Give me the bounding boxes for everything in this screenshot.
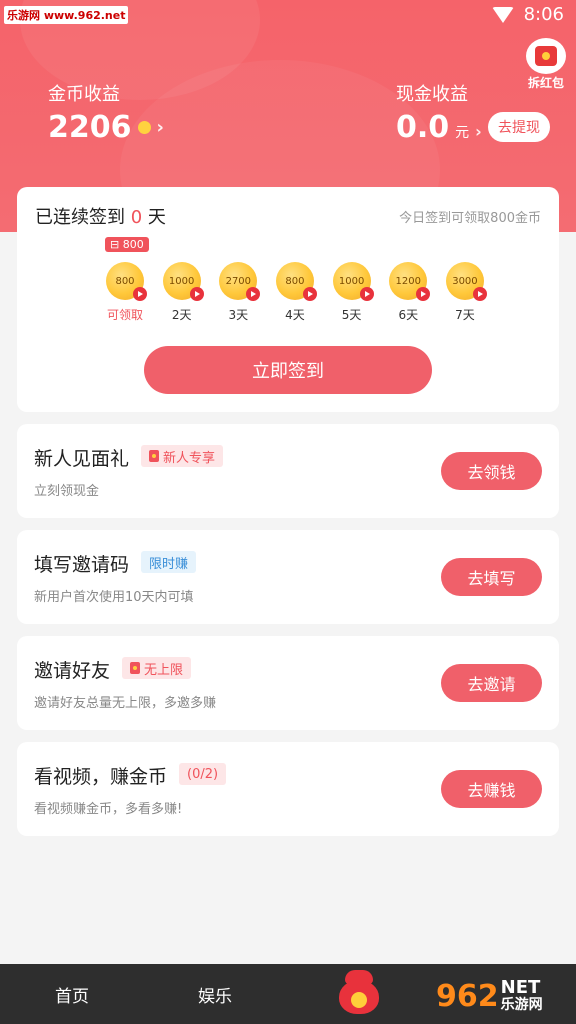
day-amount: 3000 — [452, 275, 478, 287]
logo-net: NET — [500, 976, 541, 998]
chevron-right-icon: › — [156, 117, 164, 138]
day-amount: 1000 — [168, 275, 195, 287]
day-amount: 2700 — [225, 275, 252, 287]
coin-earnings[interactable]: 2206 › — [48, 110, 164, 145]
play-icon — [472, 287, 487, 301]
task-badge: 新人专享 — [141, 445, 224, 467]
coin-icon: 3000 — [445, 262, 487, 301]
task-subtitle: 新用户首次使用10天内可填 — [34, 590, 194, 605]
signin-day[interactable]: 800 4天 — [275, 262, 317, 323]
day-label: 7天 — [455, 308, 475, 322]
coin-icon: 800 — [275, 262, 317, 301]
task-badge: 限时赚 — [141, 551, 197, 573]
signin-days-count: 0 — [130, 207, 143, 228]
day-label: 2天 — [171, 308, 192, 322]
earn-money-button[interactable]: 去赚钱 — [441, 770, 542, 808]
logo-number: 962 — [436, 978, 499, 1014]
red-envelope-icon — [149, 450, 159, 462]
play-icon — [416, 287, 431, 301]
withdraw-button[interactable]: 去提现 — [488, 112, 550, 142]
task-badge: 无上限 — [122, 657, 192, 679]
task-badge-label: (0/2) — [187, 766, 219, 782]
day-label: 3天 — [228, 308, 249, 322]
signin-title-prefix: 已连续签到 — [35, 207, 125, 228]
task-title: 看视频，赚金币 — [34, 766, 168, 788]
task-subtitle: 邀请好友总量无上限，多邀多赚 — [34, 696, 217, 711]
fill-code-button[interactable]: 去填写 — [441, 558, 542, 596]
signin-button[interactable]: 立即签到 — [144, 346, 432, 394]
site-logo: 962 NET 乐游网 — [436, 972, 572, 1020]
signin-tip: 今日签到可领取800金币 — [399, 211, 541, 226]
coin-icon: 1000 — [332, 262, 374, 301]
open-envelope-label: 拆红包 — [527, 76, 564, 90]
red-envelope-icon — [526, 38, 566, 74]
signin-card: 已连续签到 0 天 今日签到可领取800金币 ⊟ 800 800 可领取 100… — [17, 187, 559, 412]
signin-days-row: 800 可领取 1000 2天 2700 3天 800 4天 1000 5天 1… — [105, 262, 487, 323]
task-badge-label: 新人专享 — [163, 450, 216, 466]
day-amount: 1200 — [395, 275, 421, 287]
task-card-watch-video: 看视频，赚金币 (0/2) 看视频赚金币，多看多赚! 去赚钱 — [17, 742, 559, 836]
signin-title: 已连续签到 0 天 — [35, 203, 166, 229]
wifi-icon — [491, 6, 514, 23]
play-icon — [302, 287, 317, 301]
coin-earnings-value: 2206 — [48, 110, 132, 145]
signin-day[interactable]: 3000 7天 — [445, 262, 487, 323]
cash-unit: 元 — [455, 125, 470, 141]
cash-earnings-value: 0.0 — [396, 110, 450, 145]
signin-day[interactable]: 1000 5天 — [332, 262, 374, 323]
coin-icon: 1000 — [162, 262, 204, 301]
invite-button[interactable]: 去邀请 — [441, 664, 542, 702]
gold-coin-icon — [137, 121, 151, 134]
nav-home[interactable]: 首页 — [55, 982, 89, 1007]
task-title: 新人见面礼 — [34, 448, 130, 470]
signin-day[interactable]: 1200 6天 — [388, 262, 431, 323]
task-progress-badge: (0/2) — [179, 763, 227, 785]
task-subtitle: 立刻领现金 — [34, 484, 100, 499]
task-badge-label: 限时赚 — [149, 556, 189, 572]
today-reward-tag: ⊟ 800 — [105, 237, 149, 252]
coin-icon: 2700 — [219, 262, 261, 301]
cash-earnings[interactable]: 0.0 元 › — [396, 110, 482, 145]
claim-money-button[interactable]: 去领钱 — [441, 452, 542, 490]
task-subtitle: 看视频赚金币，多看多赚! — [34, 802, 183, 817]
red-envelope-icon — [130, 662, 140, 674]
status-bar: 8:06 — [491, 4, 564, 25]
day-label: 4天 — [285, 308, 305, 322]
day-amount: 1000 — [338, 275, 365, 287]
play-icon — [189, 287, 204, 301]
play-icon — [246, 287, 261, 301]
signin-day[interactable]: 1000 2天 — [162, 262, 204, 323]
task-badge-label: 无上限 — [144, 662, 184, 678]
status-time: 8:06 — [523, 4, 564, 25]
task-card-newcomer: 新人见面礼 新人专享 立刻领现金 去领钱 — [17, 424, 559, 518]
signin-day[interactable]: 2700 3天 — [218, 262, 261, 323]
day-label: 5天 — [341, 308, 362, 322]
play-icon — [359, 287, 374, 301]
signin-day[interactable]: 800 可领取 — [105, 262, 147, 323]
day-amount: 800 — [285, 275, 305, 287]
task-card-invite-code: 填写邀请码 限时赚 新用户首次使用10天内可填 去填写 — [17, 530, 559, 624]
day-label: 6天 — [398, 308, 419, 322]
task-title: 邀请好友 — [34, 660, 111, 682]
nav-entertainment[interactable]: 娱乐 — [198, 982, 232, 1007]
cash-earnings-label: 现金收益 — [396, 84, 468, 105]
task-title: 填写邀请码 — [34, 554, 130, 576]
signin-title-suffix: 天 — [147, 207, 166, 228]
open-envelope-button[interactable]: 拆红包 — [526, 38, 566, 91]
task-card-invite-friends: 邀请好友 无上限 邀请好友总量无上限，多邀多赚 去邀请 — [17, 636, 559, 730]
today-reward-amount: 800 — [122, 238, 144, 251]
coin-earnings-label: 金币收益 — [48, 84, 120, 105]
lucky-bag-icon[interactable] — [337, 970, 381, 1016]
play-icon — [133, 287, 147, 301]
chevron-right-icon: › — [475, 122, 482, 141]
coin-icon: 800 — [106, 262, 147, 301]
logo-cn: 乐游网 — [500, 996, 543, 1013]
watermark: 乐游网 www.962.net — [4, 6, 129, 24]
day-amount: 800 — [115, 275, 135, 287]
coin-icon: 1200 — [389, 262, 431, 301]
day-label: 可领取 — [106, 308, 143, 322]
